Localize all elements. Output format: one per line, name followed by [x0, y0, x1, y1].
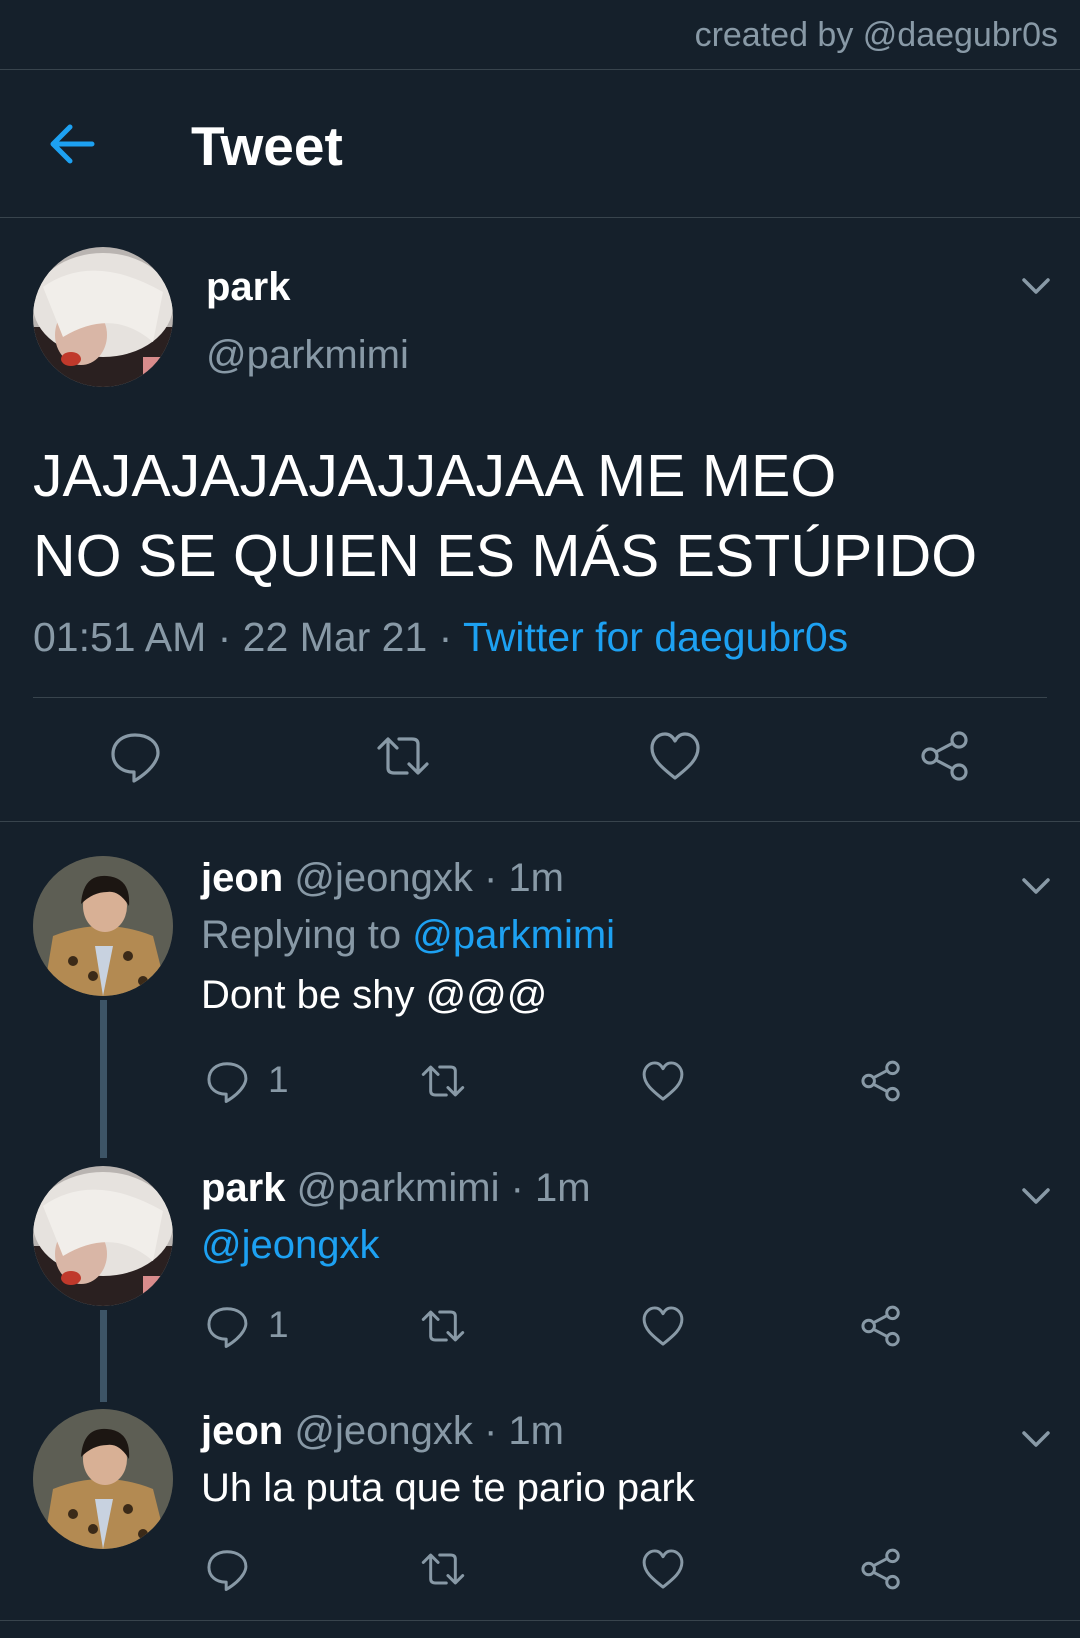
retweet-button[interactable]: [420, 1058, 466, 1104]
reply-author-line: jeon @jeongxk · 1m: [201, 856, 564, 901]
reply-author-handle[interactable]: @jeongxk: [294, 856, 472, 900]
share-button[interactable]: [858, 1303, 904, 1349]
reply-author-handle[interactable]: @jeongxk: [294, 1409, 472, 1453]
heart-icon: [650, 732, 700, 780]
avatar[interactable]: [33, 247, 173, 387]
more-options-button[interactable]: [1018, 868, 1054, 904]
chevron-down-icon: [1022, 278, 1050, 294]
share-icon: [921, 731, 968, 781]
share-button[interactable]: [917, 728, 973, 784]
reply-author-name[interactable]: jeon: [201, 1409, 283, 1453]
share-icon: [861, 1548, 900, 1590]
reply-author-name[interactable]: jeon: [201, 856, 283, 900]
tweet-meta: 01:51 AM · 22 Mar 21 · Twitter for daegu…: [33, 614, 848, 661]
tweet-date: 22 Mar 21: [242, 614, 428, 660]
reply-time: 1m: [508, 856, 564, 900]
replying-to-link[interactable]: @parkmimi: [412, 913, 615, 957]
comment-icon: [207, 1062, 248, 1104]
back-button[interactable]: [46, 118, 98, 170]
tweet-time: 01:51 AM: [33, 614, 207, 660]
chevron-down-icon: [1022, 1431, 1050, 1447]
retweet-button[interactable]: [375, 728, 431, 784]
like-button[interactable]: [647, 728, 703, 784]
retweet-icon: [421, 1553, 465, 1585]
replying-to: Replying to @parkmimi: [201, 913, 615, 958]
divider: [33, 697, 1047, 698]
reply-author-line: jeon @jeongxk · 1m: [201, 1409, 564, 1454]
comment-icon: [111, 733, 160, 783]
more-options-button[interactable]: [1018, 1178, 1054, 1214]
meta-separator: ·: [472, 1409, 509, 1453]
avatar[interactable]: [33, 856, 173, 996]
main-tweet: park @parkmimi JAJAJAJAJAJJAJAA ME MEO N…: [0, 218, 1080, 822]
reply-author-handle[interactable]: @parkmimi: [297, 1166, 500, 1210]
retweet-icon: [421, 1310, 465, 1342]
thread-line: [100, 1000, 107, 1158]
avatar[interactable]: [33, 1409, 173, 1549]
reply-author-name[interactable]: park: [201, 1166, 286, 1210]
share-button[interactable]: [858, 1058, 904, 1104]
heart-icon: [642, 1061, 684, 1101]
author-name[interactable]: park: [206, 265, 291, 310]
reply-count: 1: [268, 1059, 289, 1100]
comment-icon: [207, 1307, 248, 1349]
tweet-text: JAJAJAJAJAJJAJAA ME MEO NO SE QUIEN ES M…: [33, 436, 1043, 596]
retweet-button[interactable]: [420, 1546, 466, 1592]
like-button[interactable]: [640, 1303, 686, 1349]
thread-line: [100, 1310, 107, 1402]
like-button[interactable]: [640, 1546, 686, 1592]
avatar-image: [33, 856, 173, 996]
retweet-icon: [377, 737, 429, 775]
chevron-down-icon: [1022, 878, 1050, 894]
bottom-divider: [0, 1620, 1080, 1621]
share-icon: [861, 1305, 900, 1347]
comment-icon: [207, 1550, 248, 1592]
reply-button[interactable]: [204, 1546, 250, 1592]
mention-link[interactable]: @jeongxk: [201, 1223, 379, 1268]
avatar-image: [33, 1409, 173, 1549]
reply-text: Dont be shy @@@: [201, 973, 548, 1017]
reply-text: Uh la puta que te pario park: [201, 1466, 695, 1510]
meta-separator: ·: [472, 856, 509, 900]
more-options-button[interactable]: [1018, 1421, 1054, 1457]
reply-button[interactable]: [107, 728, 163, 784]
arrow-left-icon: [50, 124, 95, 164]
like-button[interactable]: [640, 1058, 686, 1104]
meta-separator: ·: [499, 1166, 536, 1210]
avatar-image: [33, 247, 173, 387]
reply-button[interactable]: [204, 1058, 250, 1104]
reply-button[interactable]: [204, 1303, 250, 1349]
more-options-button[interactable]: [1018, 268, 1054, 304]
tweet-header: Tweet: [0, 70, 1080, 218]
author-handle[interactable]: @parkmimi: [206, 333, 409, 378]
heart-icon: [642, 1549, 684, 1589]
replying-to-label: Replying to: [201, 913, 413, 957]
retweet-button[interactable]: [420, 1303, 466, 1349]
share-button[interactable]: [858, 1546, 904, 1592]
avatar[interactable]: [33, 1166, 173, 1306]
reply-time: 1m: [535, 1166, 591, 1210]
reply-time: 1m: [508, 1409, 564, 1453]
reply-author-line: park @parkmimi · 1m: [201, 1166, 591, 1211]
tweet-text-line: NO SE QUIEN ES MÁS ESTÚPIDO: [33, 523, 978, 589]
heart-icon: [642, 1306, 684, 1346]
meta-separator: ·: [206, 614, 243, 660]
share-icon: [861, 1060, 900, 1102]
reply-count: 1: [268, 1304, 289, 1345]
tweet-text-line: JAJAJAJAJAJJAJAA ME MEO: [33, 443, 837, 509]
tweet-source-link[interactable]: Twitter for daegubr0s: [463, 614, 848, 660]
chevron-down-icon: [1022, 1188, 1050, 1204]
meta-separator: ·: [427, 614, 463, 660]
page-title: Tweet: [191, 115, 343, 177]
retweet-icon: [421, 1065, 465, 1097]
avatar-image: [33, 1166, 173, 1306]
credit-watermark: created by @daegubr0s: [694, 16, 1058, 54]
